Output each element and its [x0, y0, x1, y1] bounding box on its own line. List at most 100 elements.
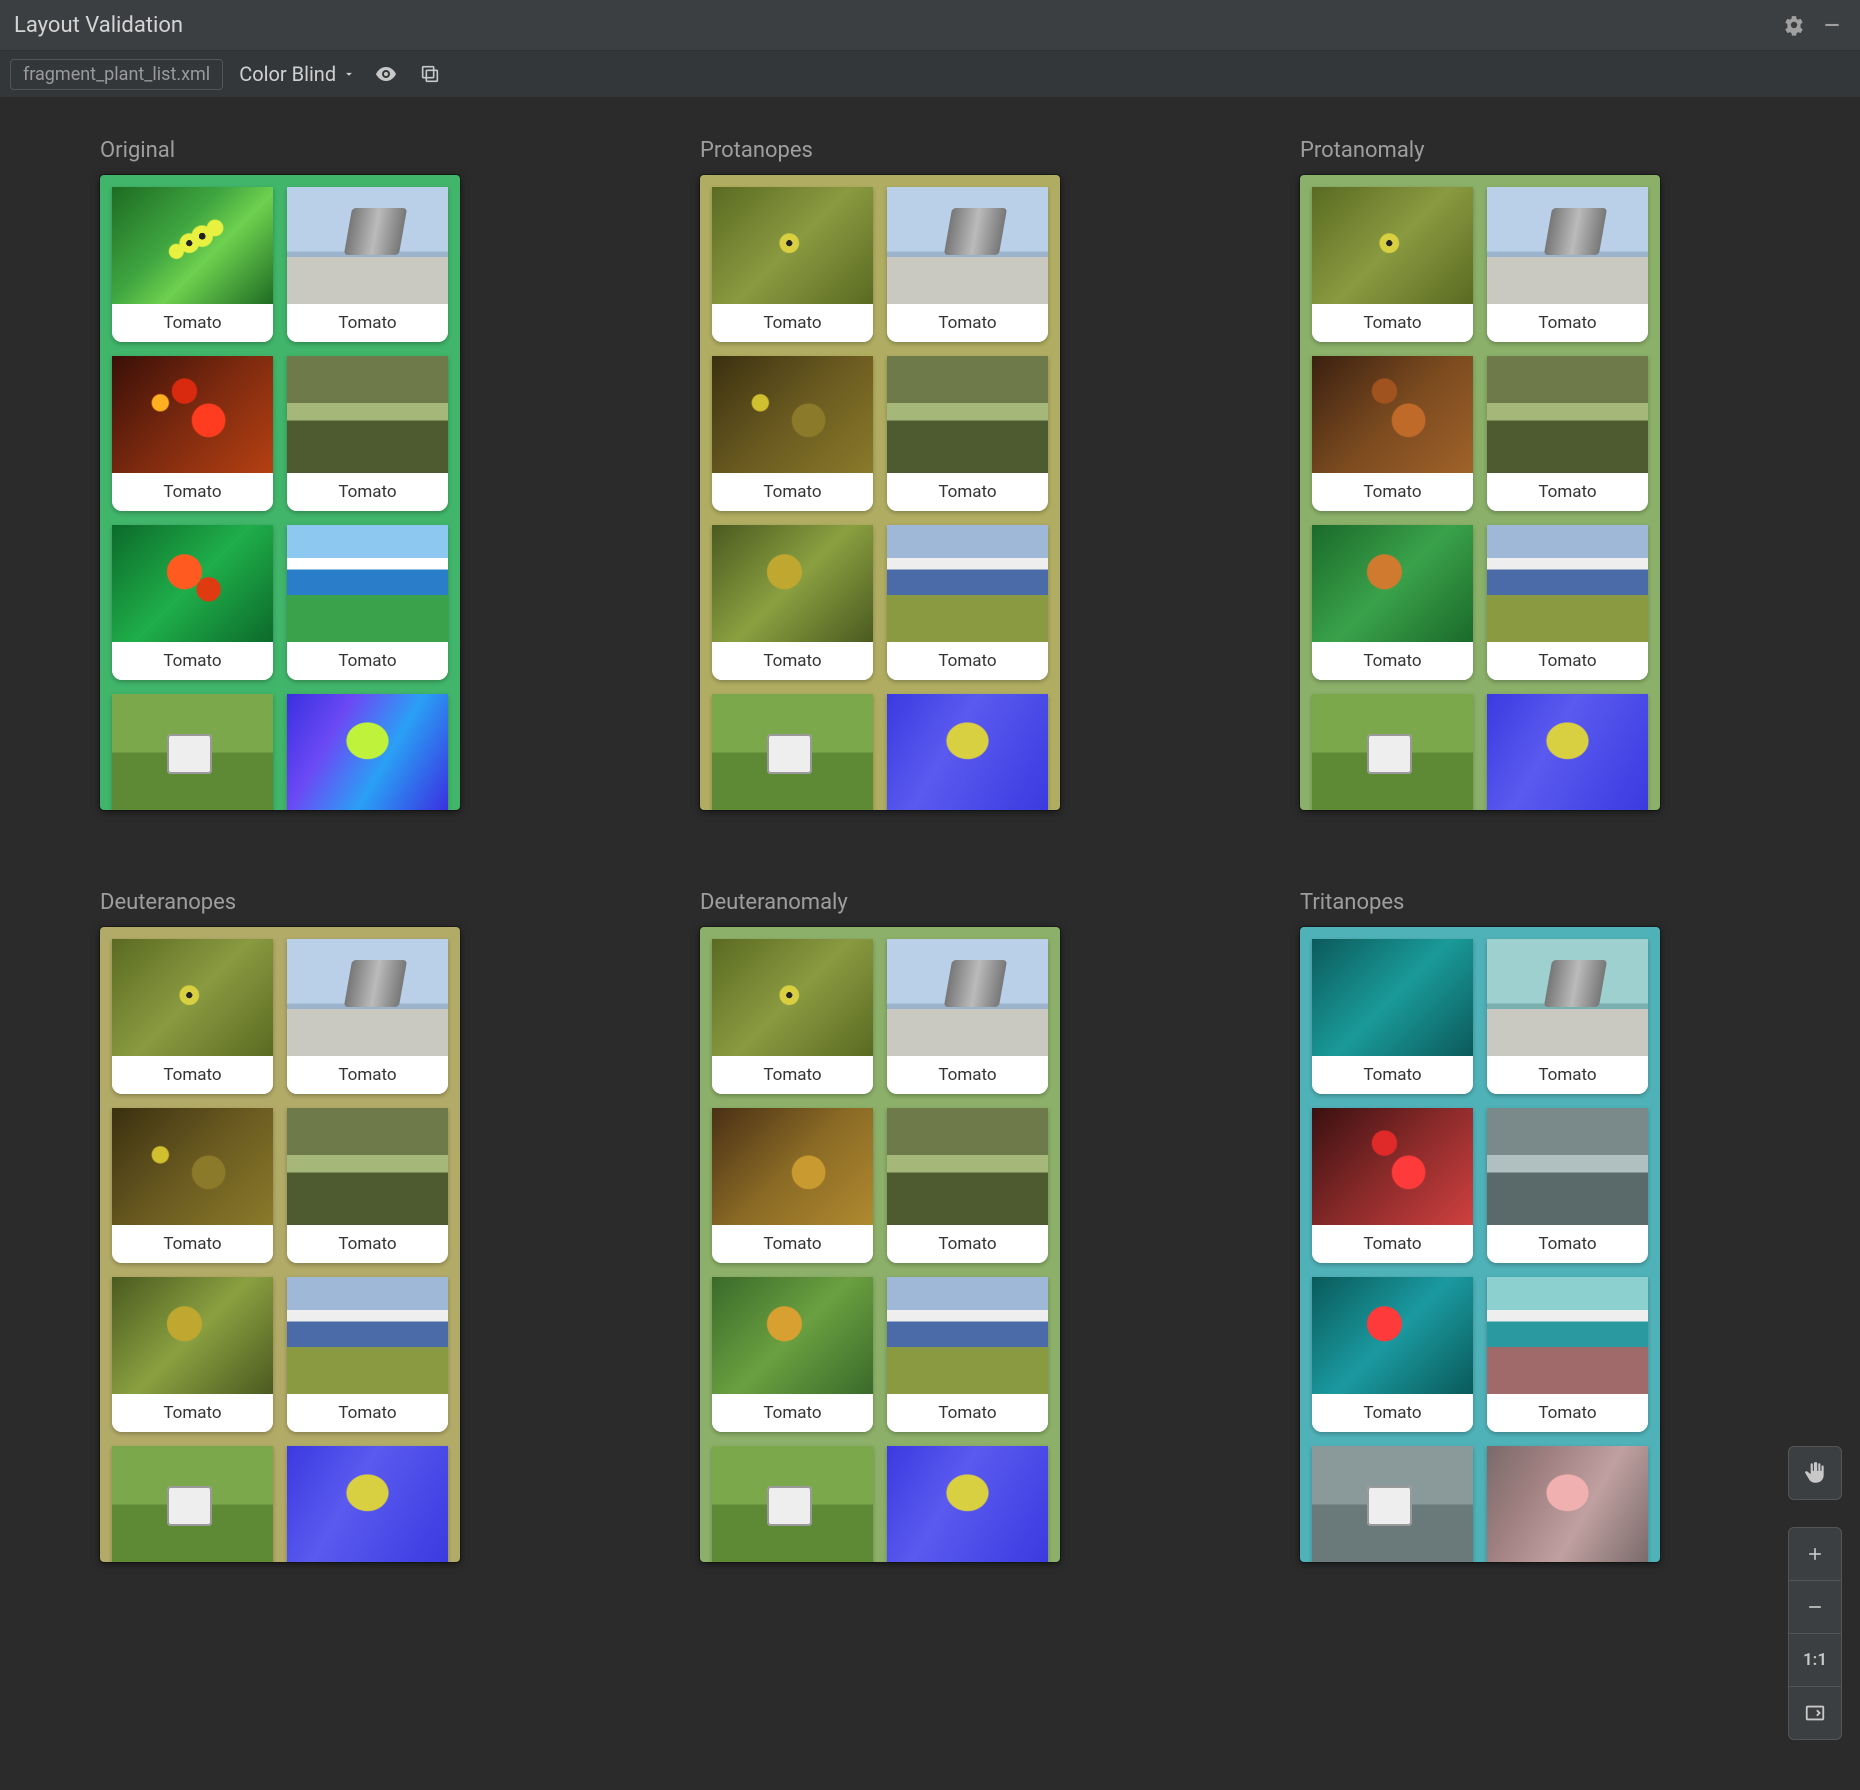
plant-card[interactable]: Tomato — [1312, 356, 1473, 511]
plant-card[interactable]: Tomato — [112, 694, 273, 810]
plant-card[interactable]: Tomato — [1487, 1108, 1648, 1263]
plant-card-label: Tomato — [112, 473, 273, 511]
device-content: TomatoTomatoTomatoTomatoTomatoTomatoToma… — [1300, 175, 1660, 810]
plant-card[interactable]: Tomato — [887, 187, 1048, 342]
plant-card[interactable]: Tomato — [287, 1277, 448, 1432]
plant-card[interactable]: Tomato — [112, 1277, 273, 1432]
plant-thumbnail — [112, 356, 273, 473]
preview-protanopes[interactable]: ProtanopesTomatoTomatoTomatoTomatoTomato… — [700, 138, 1060, 810]
minimize-button[interactable] — [1818, 11, 1846, 39]
plant-card[interactable]: Tomato — [112, 187, 273, 342]
plant-card[interactable]: Tomato — [887, 1108, 1048, 1263]
plant-card[interactable]: Tomato — [1487, 356, 1648, 511]
preview-title: Deuteranomaly — [700, 890, 1060, 915]
plant-card-label: Tomato — [1487, 473, 1648, 511]
pan-tool-button[interactable] — [1788, 1446, 1842, 1500]
plant-card[interactable]: Tomato — [1312, 525, 1473, 680]
plant-card-label: Tomato — [1487, 642, 1648, 680]
plant-card[interactable]: Tomato — [712, 1277, 873, 1432]
plant-card[interactable]: Tomato — [1312, 694, 1473, 810]
plant-card[interactable]: Tomato — [887, 1277, 1048, 1432]
plant-card-label: Tomato — [1487, 1056, 1648, 1094]
plant-card[interactable]: Tomato — [887, 525, 1048, 680]
plant-card[interactable]: Tomato — [1487, 1277, 1648, 1432]
plant-card[interactable]: Tomato — [1487, 525, 1648, 680]
plant-card[interactable]: Tomato — [887, 939, 1048, 1094]
plant-card[interactable]: Tomato — [712, 187, 873, 342]
plant-card[interactable]: Tomato — [712, 939, 873, 1094]
preview-deuteranomaly[interactable]: DeuteranomalyTomatoTomatoTomatoTomatoTom… — [700, 890, 1060, 1562]
copy-layouts-button[interactable] — [416, 60, 444, 88]
plant-card[interactable]: Tomato — [1487, 187, 1648, 342]
zoom-reset-button[interactable]: 1:1 — [1789, 1633, 1841, 1686]
zoom-in-button[interactable] — [1789, 1528, 1841, 1580]
plant-card[interactable]: Tomato — [112, 939, 273, 1094]
plant-card[interactable]: Tomato — [1312, 187, 1473, 342]
plant-card[interactable]: Tomato — [287, 1446, 448, 1562]
plant-thumbnail — [112, 1446, 273, 1562]
minus-icon — [1805, 1597, 1825, 1617]
filename-chip[interactable]: fragment_plant_list.xml — [10, 59, 223, 90]
preview-title: Original — [100, 138, 460, 163]
plant-card[interactable]: Tomato — [1487, 694, 1648, 810]
plant-card[interactable]: Tomato — [287, 694, 448, 810]
plant-card-label: Tomato — [712, 1225, 873, 1263]
plant-thumbnail — [887, 1446, 1048, 1562]
plant-thumbnail — [1312, 1277, 1473, 1394]
zoom-controls: 1:1 — [1788, 1527, 1842, 1740]
plant-thumbnail — [1487, 939, 1648, 1056]
preview-tritanopes[interactable]: TritanopesTomatoTomatoTomatoTomatoTomato… — [1300, 890, 1660, 1562]
visibility-toggle[interactable] — [372, 60, 400, 88]
plant-card-label: Tomato — [287, 642, 448, 680]
plant-card[interactable]: Tomato — [1312, 939, 1473, 1094]
plant-card[interactable]: Tomato — [287, 187, 448, 342]
device-content: TomatoTomatoTomatoTomatoTomatoTomatoToma… — [1300, 927, 1660, 1562]
plant-thumbnail — [112, 1277, 273, 1394]
device-frame: TomatoTomatoTomatoTomatoTomatoTomatoToma… — [1300, 175, 1660, 810]
plant-thumbnail — [1312, 187, 1473, 304]
plant-card[interactable]: Tomato — [712, 694, 873, 810]
gear-icon — [1783, 14, 1805, 36]
validation-mode-dropdown[interactable]: Color Blind — [239, 62, 356, 86]
plant-card[interactable]: Tomato — [112, 356, 273, 511]
plant-card[interactable]: Tomato — [887, 356, 1048, 511]
device-content: TomatoTomatoTomatoTomatoTomatoTomatoToma… — [100, 927, 460, 1562]
zoom-out-button[interactable] — [1789, 1580, 1841, 1633]
plant-card[interactable]: Tomato — [112, 525, 273, 680]
plant-card[interactable]: Tomato — [287, 356, 448, 511]
plant-thumbnail — [1487, 1277, 1648, 1394]
plant-thumbnail — [1487, 356, 1648, 473]
plant-card[interactable]: Tomato — [1487, 1446, 1648, 1562]
plant-card-label: Tomato — [712, 473, 873, 511]
plant-thumbnail — [887, 187, 1048, 304]
plant-thumbnail — [712, 356, 873, 473]
preview-protanomaly[interactable]: ProtanomalyTomatoTomatoTomatoTomatoTomat… — [1300, 138, 1660, 810]
plant-card[interactable]: Tomato — [1487, 939, 1648, 1094]
plant-card-label: Tomato — [112, 1056, 273, 1094]
plant-card[interactable]: Tomato — [712, 356, 873, 511]
toolbar: fragment_plant_list.xml Color Blind — [0, 51, 1860, 98]
plant-card[interactable]: Tomato — [887, 1446, 1048, 1562]
plant-card[interactable]: Tomato — [287, 525, 448, 680]
plant-card[interactable]: Tomato — [887, 694, 1048, 810]
plant-card[interactable]: Tomato — [287, 939, 448, 1094]
settings-button[interactable] — [1780, 11, 1808, 39]
plant-card[interactable]: Tomato — [1312, 1446, 1473, 1562]
plant-card-label: Tomato — [1312, 1056, 1473, 1094]
plant-thumbnail — [887, 694, 1048, 810]
plant-card[interactable]: Tomato — [712, 1446, 873, 1562]
preview-deuteranopes[interactable]: DeuteranopesTomatoTomatoTomatoTomatoToma… — [100, 890, 460, 1562]
plant-card[interactable]: Tomato — [112, 1108, 273, 1263]
plant-card[interactable]: Tomato — [1312, 1108, 1473, 1263]
plant-card[interactable]: Tomato — [112, 1446, 273, 1562]
preview-original[interactable]: OriginalTomatoTomatoTomatoTomatoTomatoTo… — [100, 138, 460, 810]
plant-card[interactable]: Tomato — [712, 525, 873, 680]
plant-card[interactable]: Tomato — [712, 1108, 873, 1263]
plant-thumbnail — [112, 187, 273, 304]
zoom-fit-button[interactable] — [1789, 1686, 1841, 1739]
plant-card-label: Tomato — [1312, 473, 1473, 511]
plant-card[interactable]: Tomato — [1312, 1277, 1473, 1432]
plant-thumbnail — [712, 1108, 873, 1225]
preview-canvas[interactable]: OriginalTomatoTomatoTomatoTomatoTomatoTo… — [0, 98, 1860, 1790]
plant-card[interactable]: Tomato — [287, 1108, 448, 1263]
